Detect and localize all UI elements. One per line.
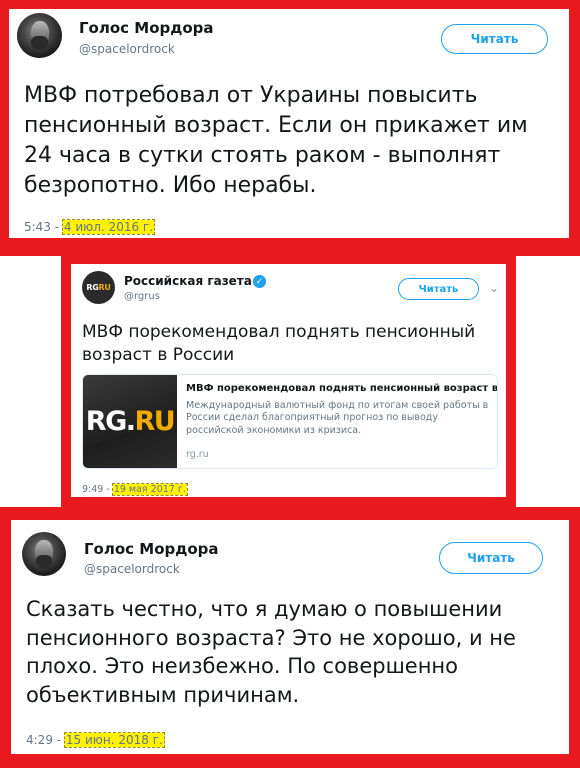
- avatar-beard: [31, 36, 48, 50]
- tweet-timestamp[interactable]: 4:29 - 15 июн. 2018 г.: [26, 732, 165, 748]
- tweet-timestamp[interactable]: 5:43 - 4 июл. 2016 г.: [24, 219, 156, 235]
- author-handle[interactable]: @spacelordrock: [84, 562, 180, 576]
- link-preview-title: МВФ порекомендовал поднять пенсионный во…: [186, 383, 498, 394]
- follow-button[interactable]: Читать: [439, 542, 543, 574]
- verified-badge-icon: ✓: [253, 275, 266, 288]
- author-handle[interactable]: @spacelordrock: [79, 42, 175, 56]
- tweet-date[interactable]: 15 июн. 2018 г.: [63, 732, 165, 748]
- author-avatar[interactable]: [17, 13, 62, 58]
- tweet-date[interactable]: 4 июл. 2016 г.: [61, 219, 156, 235]
- link-preview-domain: rg.ru: [186, 449, 209, 460]
- author-handle[interactable]: @rgrus: [124, 291, 160, 302]
- tweet-card-3: Голос Мордора @spacelordrock Читать Сказ…: [11, 520, 569, 754]
- tweet-text: МВФ порекомендовал поднять пенсионный во…: [82, 322, 476, 365]
- chevron-down-icon[interactable]: ⌄: [489, 281, 499, 295]
- author-avatar[interactable]: [22, 532, 66, 576]
- link-preview-description: Международный валютный фонд по итогам св…: [186, 400, 489, 436]
- tweet-text: Сказать честно, что я думаю о повышении …: [26, 597, 516, 707]
- tweet-time: 9:49 -: [82, 484, 113, 495]
- avatar-beard: [36, 554, 52, 569]
- follow-button[interactable]: Читать: [398, 278, 479, 300]
- tweet-card-1: Голос Мордора @spacelordrock Читать МВФ …: [9, 9, 569, 238]
- tweet-time: 4:29 -: [26, 733, 65, 747]
- tweet-timestamp[interactable]: 9:49 - 19 мая 2017 г.: [82, 483, 188, 496]
- tweet-date[interactable]: 19 мая 2017 г.: [111, 483, 188, 496]
- author-name[interactable]: Российская газета: [124, 274, 252, 288]
- tweet-time: 5:43 -: [24, 220, 63, 234]
- author-name[interactable]: Голос Мордора: [79, 19, 214, 37]
- tweet-text: МВФ потребовал от Украины повысить пенси…: [24, 83, 528, 198]
- tweet-card-2: RG RU Российская газета ✓ @rgrus Читать ⌄…: [71, 264, 506, 497]
- rg-logo-avatar[interactable]: RG RU: [82, 271, 115, 304]
- link-preview-card[interactable]: RG. RU МВФ порекомендовал поднять пенсион…: [82, 374, 498, 469]
- author-name[interactable]: Голос Мордора: [84, 540, 219, 558]
- link-preview-thumbnail: RG. RU: [83, 375, 177, 468]
- follow-button[interactable]: Читать: [441, 24, 548, 54]
